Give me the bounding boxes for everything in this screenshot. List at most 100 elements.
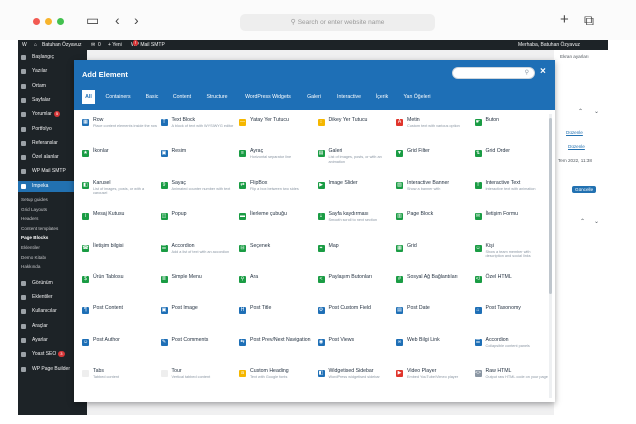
edit-link-1[interactable]: Düzenle <box>566 130 583 135</box>
element-card[interactable]: ⇄ FlipBox Flip a box between two sides <box>239 177 316 205</box>
element-card[interactable]: ▤ Galeri List of images, posts, or with an… <box>317 145 395 173</box>
element-card[interactable]: $ Ürün Tablosu <box>82 271 159 299</box>
tab-category[interactable]: Yan Öğeleri <box>396 90 438 104</box>
element-name: Sayaç <box>171 179 186 186</box>
element-card[interactable]: ✉ İletişim Formu <box>474 208 552 236</box>
scrollbar-thumb[interactable] <box>549 118 552 294</box>
element-card[interactable]: < Paylaşım Butonları <box>317 271 395 299</box>
element-card[interactable]: ▼ Grid Filter <box>396 145 473 173</box>
zoom-window-button[interactable] <box>57 18 64 25</box>
comments-icon[interactable]: ✉ <box>91 40 95 50</box>
tab-category[interactable]: Basic <box>141 90 163 104</box>
box-up-icon[interactable]: ⌃ <box>580 218 585 225</box>
element-card[interactable]: ◧ Widgetised Sidebar WordPress widgetised … <box>317 365 395 393</box>
element-card[interactable]: ↕ Dikey Yer Tutucu <box>317 114 395 142</box>
element-card[interactable]: A Metin Custom text with various option <box>396 114 473 142</box>
tab-category[interactable]: İçerik <box>373 90 391 104</box>
element-search-input[interactable]: ⚲ <box>452 67 535 79</box>
element-card[interactable]: ⚲ Ara <box>239 271 316 299</box>
tab-overview-icon[interactable]: ⧉ <box>584 12 594 28</box>
element-card[interactable]: WWP Son YorumlarThe most recent comments <box>475 397 552 401</box>
element-card[interactable]: Tabs Tabbed content <box>82 365 159 393</box>
tab-category[interactable]: Structure <box>201 90 233 104</box>
wp-logo-icon[interactable]: W <box>22 40 27 50</box>
element-card[interactable]: ⌂ Post Taxonomy <box>474 302 552 330</box>
element-card[interactable]: ▤ Post Date <box>396 302 473 330</box>
element-card[interactable]: ⇣ Sayfa kaydırması Smooth scroll to next s… <box>317 208 395 236</box>
element-card[interactable]: ◉ Post Views <box>317 334 395 362</box>
element-card[interactable]: ◧ Karusel List of images, posts, or with a… <box>82 177 159 205</box>
tab-category[interactable]: Containers <box>100 90 136 104</box>
edit-link-2[interactable]: Düzenle <box>568 144 585 149</box>
element-card[interactable]: ✎ Post Comments <box>160 334 238 362</box>
collapse-up-icon[interactable]: ⌃ <box>578 108 583 115</box>
minimize-window-button[interactable] <box>45 18 52 25</box>
box-down-icon[interactable]: ⌄ <box>594 218 599 225</box>
element-card[interactable]: ▥ Page Block <box>396 208 473 236</box>
element-card[interactable]: ▶ Video Player Embed YouTube/Vimeo player <box>396 365 473 393</box>
close-icon[interactable]: × <box>540 66 546 78</box>
element-card[interactable]: ≣ Simple Menu <box>160 271 238 299</box>
tab-category[interactable]: WordPress Widgets <box>238 90 298 104</box>
element-card[interactable]: </Özel HTML <box>474 271 552 299</box>
element-card[interactable]: ⚙ Post Custom Field <box>317 302 395 330</box>
element-card[interactable]: ☛ Buton <box>474 114 552 142</box>
address-bar[interactable]: ⚲ Search or enter website name <box>240 14 435 31</box>
element-card[interactable]: T Text Block A block of text with WYSIWYG … <box>160 114 238 142</box>
sidebar-toggle-icon[interactable]: ▭ <box>86 12 99 28</box>
element-card[interactable]: ⇅ Grid Order <box>474 145 552 173</box>
element-card[interactable]: — Yatay Yer Tutucu <box>239 114 316 142</box>
sidebar-item-label: Ayarlar <box>32 337 48 343</box>
element-card[interactable]: ▦ Grid <box>396 240 473 268</box>
collapse-down-icon[interactable]: ⌄ <box>594 108 599 115</box>
new-tab-icon[interactable]: + <box>560 12 569 28</box>
element-card[interactable]: ⌖ Map <box>317 240 395 268</box>
element-card[interactable]: ≡ Ayraç Horizontal separator line <box>239 145 316 173</box>
element-card[interactable]: ▦ Row Place content elements inside the ro… <box>82 114 159 142</box>
element-card[interactable]: ⊟ Seçenek <box>239 240 316 268</box>
tab-category[interactable]: Interactive <box>330 90 368 104</box>
element-card[interactable]: ▁Line ChartLine and Bar charts <box>239 397 316 401</box>
element-card[interactable]: ¶ Post Content <box>82 302 159 330</box>
element-card[interactable]: # Sosyal Ağ Bağlantıları <box>396 271 473 299</box>
element-card[interactable]: ☺ Kişi Show a team member with description… <box>474 240 552 268</box>
site-name-link[interactable]: Batuhan Özyavuz <box>42 40 81 50</box>
element-card[interactable]: 9 Sayaç Animated counter number with text <box>160 177 238 205</box>
grid-scrollbar[interactable] <box>549 114 552 398</box>
back-icon[interactable]: ‹ <box>115 12 120 28</box>
element-card[interactable]: ▣ Resim <box>160 145 238 173</box>
element-card[interactable]: ∞ Web Bilgi Link <box>396 334 473 362</box>
element-card[interactable]: a Custom Heading Text with Google fonts <box>239 365 316 393</box>
element-card[interactable]: ☰ Accordion Add a list of text with an acc… <box>160 240 238 268</box>
update-button[interactable]: Güncelle <box>572 186 597 193</box>
element-card[interactable]: WWP MetaLog in/out, admin, feed and link… <box>396 397 473 401</box>
screen-options-toggle[interactable]: Ekran ayarları <box>560 54 589 59</box>
element-card[interactable]: ⇆ Post Prev/Next Navigation <box>239 334 316 362</box>
element-card[interactable]: ◔Round ChartPie and Doughnut charts <box>161 397 238 401</box>
tab-category[interactable]: Content <box>168 90 196 104</box>
user-greeting[interactable]: Merhaba, Batuhan Özyavuz <box>518 40 580 50</box>
element-card[interactable]: ▬ İlerleme çubuğu <box>239 208 316 236</box>
element-card[interactable]: i Mesaj Kutusu <box>82 208 159 236</box>
element-card[interactable]: H Post Title <box>239 302 316 330</box>
element-card[interactable]: ◫ Popup <box>160 208 238 236</box>
element-card[interactable]: WWP AraA search form for your site <box>318 397 395 401</box>
element-card[interactable]: T Interactive Text Interactive text with a… <box>474 177 552 205</box>
modal-header: Add Element ⚲ × All Containers Basic Conten… <box>74 60 555 110</box>
element-card[interactable]: JSRaw JSOutput raw JavaScript code <box>82 397 159 401</box>
element-card[interactable]: ▧ Interactive Banner Show a banner with <box>396 177 473 205</box>
element-card[interactable]: ★ İkonlar <box>82 145 159 173</box>
tab-all[interactable]: All <box>82 90 95 104</box>
element-card[interactable]: ▣ Post Image <box>160 302 238 330</box>
element-card[interactable]: ☰ Accordion Collapsible content panels <box>474 334 552 362</box>
new-content-link[interactable]: + Yeni <box>108 40 122 50</box>
close-window-button[interactable] <box>33 18 40 25</box>
element-card[interactable]: ☺ Post Author <box>82 334 159 362</box>
element-card[interactable]: ▶ Image Slider <box>317 177 395 205</box>
element-card[interactable]: ☎ İletişim bilgisi <box>82 240 159 268</box>
tab-category[interactable]: Galeri <box>303 90 325 104</box>
sidebar-item-label: WP Mail SMTP <box>32 168 66 175</box>
element-card[interactable]: <> Raw HTML Output raw HTML code on your p… <box>474 365 552 393</box>
element-card[interactable]: Tour Vertical tabbed content <box>160 365 238 393</box>
forward-icon[interactable]: › <box>134 12 139 28</box>
